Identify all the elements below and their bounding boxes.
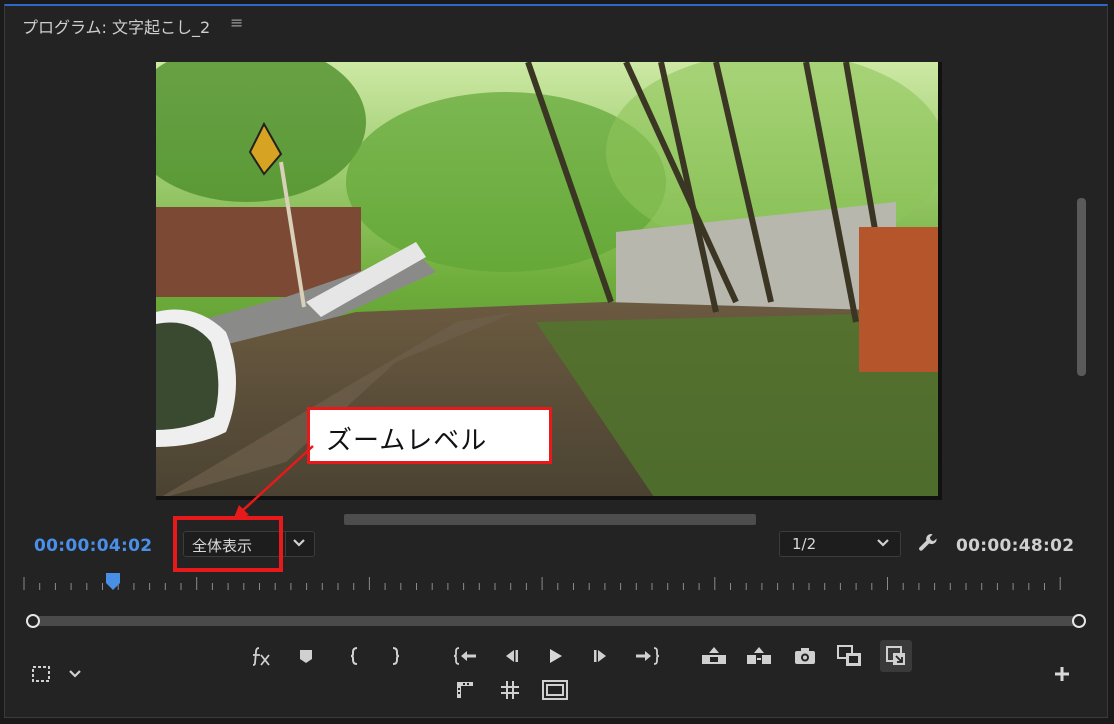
mark-out-button[interactable] xyxy=(383,643,409,669)
horizontal-scrollbar[interactable] xyxy=(344,514,756,525)
plus-icon xyxy=(1055,667,1069,681)
navigator-bar[interactable] xyxy=(34,616,1079,626)
lift-button[interactable] xyxy=(701,643,727,669)
insert-button[interactable] xyxy=(837,643,863,669)
grid-icon xyxy=(501,681,519,699)
extract-button[interactable] xyxy=(746,643,772,669)
playhead-marker[interactable] xyxy=(105,572,121,592)
step-forward-button[interactable] xyxy=(588,643,614,669)
navigator-start-handle[interactable] xyxy=(26,614,40,628)
go-to-in-button[interactable] xyxy=(453,643,479,669)
insert-icon xyxy=(837,645,861,666)
fx-button[interactable] xyxy=(248,643,274,669)
mark-out-icon xyxy=(392,647,400,665)
dropdown-divider xyxy=(285,532,286,556)
chevron-down-icon xyxy=(293,539,305,547)
play-icon xyxy=(550,649,562,663)
export-frame-button[interactable] xyxy=(792,643,818,669)
mark-in-icon xyxy=(350,647,358,665)
current-timecode[interactable]: 00:00:04:02 xyxy=(34,536,152,556)
fx-icon xyxy=(252,647,270,666)
step-back-button[interactable] xyxy=(498,643,524,669)
add-marker-button[interactable] xyxy=(293,643,319,669)
playback-resolution-dropdown[interactable]: 1/2 xyxy=(779,531,901,557)
safe-margins-icon xyxy=(457,682,473,698)
chevron-down-icon xyxy=(877,539,889,547)
comparison-view-icon xyxy=(542,680,568,700)
marker-icon xyxy=(300,650,312,663)
safe-margins-button[interactable] xyxy=(452,677,478,703)
overwrite-button[interactable] xyxy=(880,640,912,672)
play-button[interactable] xyxy=(542,643,568,669)
grid-button[interactable] xyxy=(497,677,523,703)
overwrite-icon xyxy=(886,646,905,665)
mark-in-button[interactable] xyxy=(341,643,367,669)
button-editor-button[interactable] xyxy=(1049,661,1075,687)
step-forward-icon xyxy=(594,650,606,662)
playback-resolution-value: 1/2 xyxy=(792,535,817,553)
settings-wrench-icon[interactable] xyxy=(917,532,939,554)
selection-box-icon xyxy=(32,666,50,682)
duration-timecode: 00:00:48:02 xyxy=(956,536,1075,556)
go-to-out-button[interactable] xyxy=(634,643,660,669)
lift-icon xyxy=(702,647,726,664)
time-ruler[interactable] xyxy=(20,573,1094,595)
zoom-level-value: 全体表示 xyxy=(192,537,253,555)
step-back-icon xyxy=(506,650,518,662)
options-dropdown-button[interactable] xyxy=(62,661,88,687)
selection-box-button[interactable] xyxy=(28,661,54,687)
navigator-end-handle[interactable] xyxy=(1072,614,1086,628)
chevron-down-icon xyxy=(69,670,81,678)
go-to-out-icon xyxy=(636,647,659,665)
vertical-scrollbar[interactable] xyxy=(1077,198,1086,376)
go-to-in-icon xyxy=(454,647,476,665)
extract-icon xyxy=(747,647,771,664)
comparison-view-button[interactable] xyxy=(542,677,568,703)
export-frame-icon xyxy=(795,648,815,664)
zoom-level-dropdown[interactable]: 全体表示 xyxy=(183,531,315,557)
